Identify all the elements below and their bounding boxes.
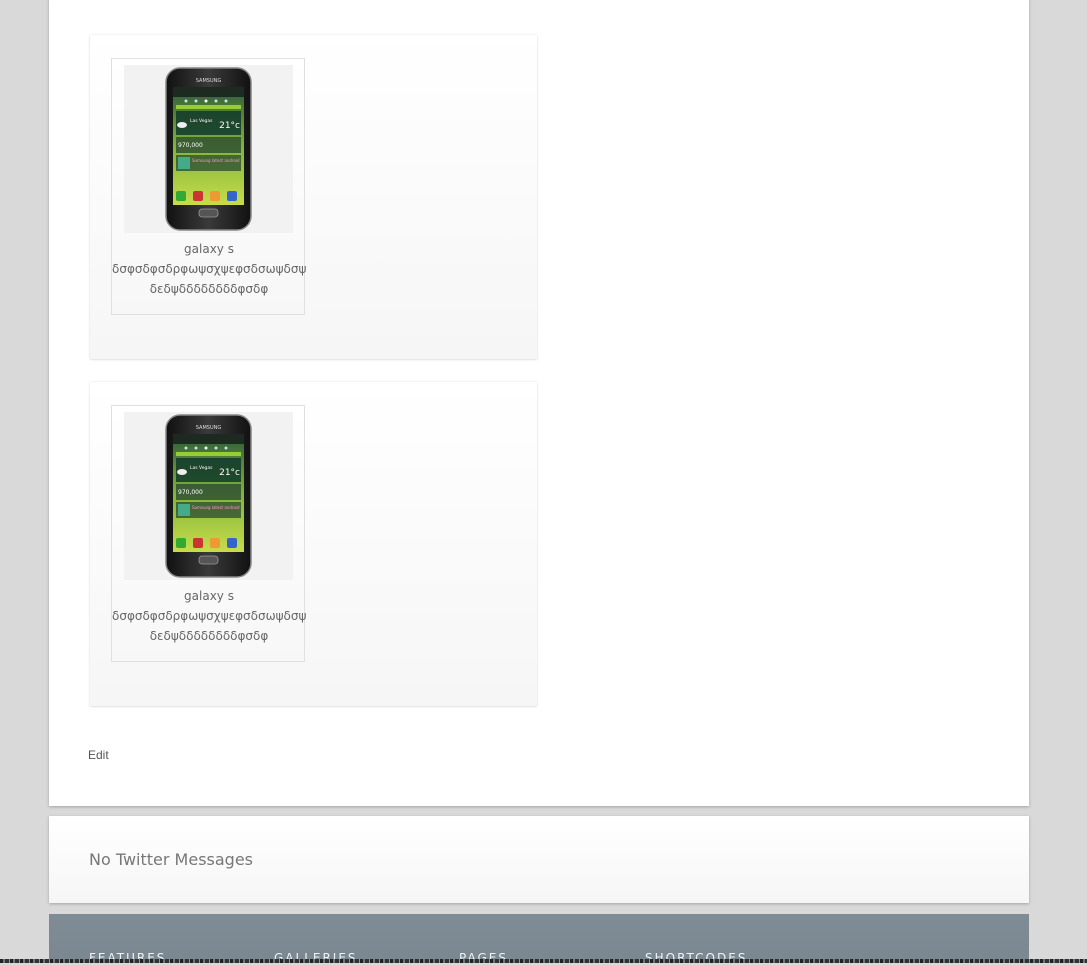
- footer: FEATURES GALLERIES PAGES SHORTCODES: [49, 914, 1029, 965]
- bottom-edge-strip: [0, 959, 1087, 963]
- twitter-widget: No Twitter Messages: [49, 816, 1029, 903]
- phone-count: 970,000: [178, 142, 203, 149]
- phone-image: SAMSUNG Las Vegas 21°c 970,000 Samsung l…: [124, 65, 293, 233]
- gallery-item[interactable]: SAMSUNG Las Vegas 21°c 970,000 Samsung l…: [111, 58, 306, 315]
- caption-title: galaxy s: [184, 242, 234, 256]
- caption-line: δσφσδφσδρφωψσχψεφσδσωψδσψ: [112, 262, 307, 276]
- gallery-box: SAMSUNG Las Vegas 21°c 970,000 Samsung l…: [90, 382, 537, 706]
- caption-title: galaxy s: [184, 589, 234, 603]
- content-panel: SAMSUNG Las Vegas 21°c 970,000 Samsung l…: [49, 0, 1029, 806]
- phone-temperature: 21°c: [219, 468, 240, 478]
- phone-temperature: 21°c: [219, 121, 240, 131]
- gallery-caption: galaxy s δσφσδφσδρφωψσχψεφσδσωψδσψ δεδψδ…: [112, 586, 306, 646]
- gallery-box: SAMSUNG Las Vegas 21°c 970,000 Samsung l…: [90, 35, 537, 359]
- gallery-thumbnail[interactable]: SAMSUNG Las Vegas 21°c 970,000 Samsung l…: [124, 65, 293, 233]
- gallery-item[interactable]: SAMSUNG Las Vegas 21°c 970,000 Samsung l…: [111, 405, 306, 662]
- phone-news: Samsung latest android: [192, 158, 240, 163]
- gallery-thumbnail[interactable]: SAMSUNG Las Vegas 21°c 970,000 Samsung l…: [124, 412, 293, 580]
- twitter-empty-message: No Twitter Messages: [89, 850, 254, 869]
- caption-line: δεδψδδδδδδδδφσδφ: [149, 629, 269, 643]
- caption-line: δεδψδδδδδδδδφσδφ: [149, 282, 269, 296]
- phone-news: Samsung latest android: [192, 505, 240, 510]
- phone-weather-city: Las Vegas: [190, 118, 213, 124]
- phone-count: 970,000: [178, 489, 203, 496]
- phone-brand: SAMSUNG: [196, 78, 222, 84]
- caption-line: δσφσδφσδρφωψσχψεφσδσωψδσψ: [112, 609, 307, 623]
- phone-weather-city: Las Vegas: [190, 465, 213, 471]
- phone-image: SAMSUNG Las Vegas 21°c 970,000 Samsung l…: [124, 412, 293, 580]
- gallery-caption: galaxy s δσφσδφσδρφωψσχψεφσδσωψδσψ δεδψδ…: [112, 239, 306, 299]
- phone-brand: SAMSUNG: [196, 425, 222, 431]
- edit-link[interactable]: Edit: [88, 748, 109, 762]
